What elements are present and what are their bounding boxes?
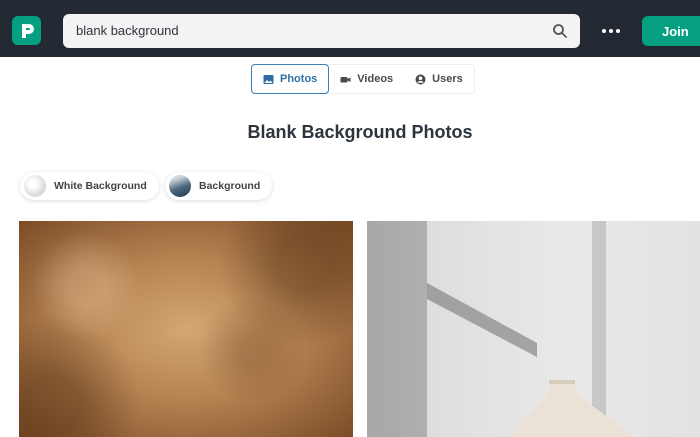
search-bar[interactable]: blank background — [63, 14, 580, 48]
chip-thumbnail — [169, 175, 191, 197]
more-dots-icon — [616, 29, 620, 33]
tab-users[interactable]: Users — [404, 65, 474, 93]
tab-label: Videos — [357, 73, 394, 85]
video-icon — [340, 76, 351, 82]
more-dots-icon — [602, 29, 606, 33]
user-icon — [415, 74, 426, 84]
image-icon — [263, 74, 274, 84]
join-button[interactable]: Join — [642, 16, 700, 46]
chip-thumbnail — [24, 175, 46, 197]
search-icon[interactable] — [552, 23, 568, 39]
vase-shape — [510, 380, 633, 437]
more-options-button[interactable] — [598, 22, 624, 40]
photo-brown-texture[interactable] — [19, 221, 353, 437]
tab-label: Users — [432, 73, 463, 85]
related-search-chip[interactable]: White Background — [20, 172, 159, 200]
more-dots-icon — [609, 29, 613, 33]
related-search-chip[interactable]: Background — [165, 172, 273, 200]
tab-videos[interactable]: Videos — [329, 65, 404, 93]
chip-label: White Background — [54, 180, 147, 192]
chip-label: Background — [199, 180, 261, 192]
logo-icon[interactable] — [12, 16, 41, 45]
page-title: Blank Background Photos — [247, 122, 473, 142]
search-input[interactable]: blank background — [76, 23, 179, 38]
media-type-tabs: Photos Videos Users — [251, 64, 475, 94]
tab-label: Photos — [280, 73, 318, 85]
tab-photos[interactable]: Photos — [251, 64, 330, 94]
top-navigation-bar: blank background Join — [0, 0, 700, 57]
